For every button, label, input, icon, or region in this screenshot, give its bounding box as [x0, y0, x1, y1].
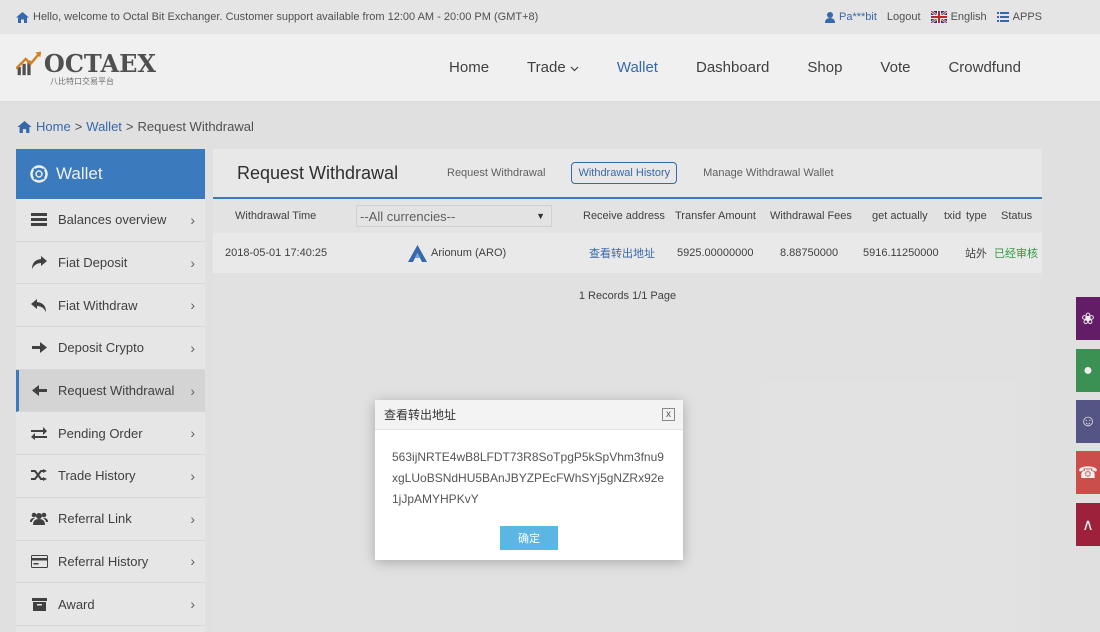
- address-dialog: 查看转出地址 x 563ijNRTE4wB8LFDT73R8SoTpgP5kSp…: [375, 400, 683, 560]
- confirm-button[interactable]: 确定: [500, 526, 558, 550]
- close-icon[interactable]: x: [662, 408, 675, 421]
- dialog-header: 查看转出地址 x: [375, 400, 683, 430]
- withdrawal-address-text: 563ijNRTE4wB8LFDT73R8SoTpgP5kSpVhm3fnu9x…: [392, 450, 665, 506]
- dialog-title: 查看转出地址: [384, 408, 457, 422]
